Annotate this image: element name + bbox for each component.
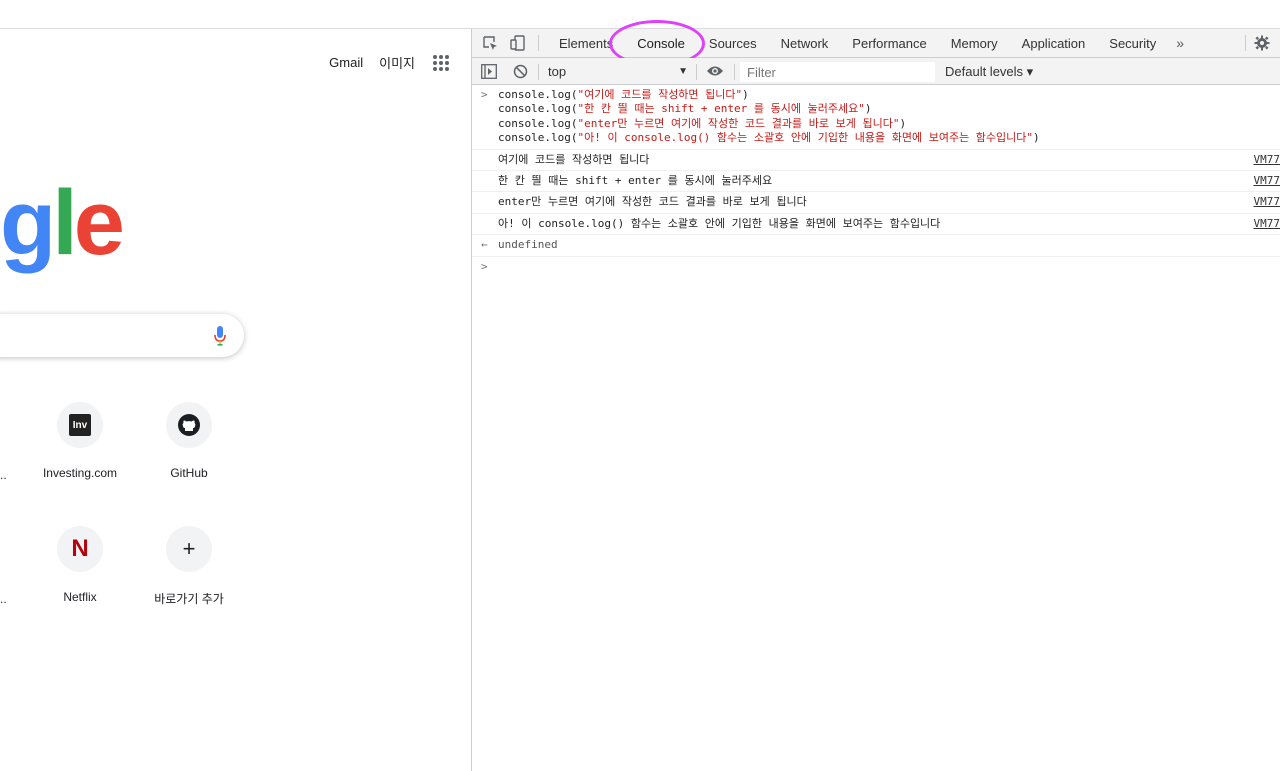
shortcut-label: 바로가기 추가	[154, 592, 224, 606]
log-text: 아! 이 console.log() 함수는 소괄호 안에 기입한 내용을 화면…	[498, 216, 941, 230]
apps-grid-icon[interactable]	[433, 54, 449, 71]
clear-console-icon[interactable]	[513, 64, 528, 79]
tab-security[interactable]: Security	[1097, 29, 1168, 58]
source-link[interactable]: VM77	[1254, 195, 1280, 209]
console-return-value: ← undefined	[472, 235, 1280, 257]
console-log-message: 아! 이 console.log() 함수는 소괄호 안에 기입한 내용을 화면…	[472, 214, 1280, 236]
log-levels-dropdown[interactable]: Default levels ▾	[945, 62, 1033, 81]
context-selector[interactable]: top ▼	[548, 62, 688, 81]
console-log-message: enter만 누르면 여기에 작성한 코드 결과를 바로 보게 됩니다 VM77	[472, 192, 1280, 214]
github-icon	[166, 402, 212, 448]
more-tabs-chevron-icon[interactable]: »	[1168, 35, 1192, 51]
settings-gear-icon[interactable]	[1254, 35, 1270, 51]
tab-performance[interactable]: Performance	[840, 29, 938, 58]
code-line: console.log("아! 이 console.log() 함수는 소괄호 …	[498, 131, 1040, 145]
devtools-tab-bar: Elements Console Sources Network Perform…	[472, 20, 1280, 67]
log-text: 한 칸 띌 때는 shift + enter 를 동시에 눌러주세요	[498, 174, 773, 188]
return-value: undefined	[498, 238, 558, 252]
console-output[interactable]: > console.log("여기에 코드를 작성하면 됩니다") consol…	[472, 85, 1280, 277]
code-line: console.log("한 칸 띌 때는 shift + enter 를 동시…	[498, 102, 872, 116]
shortcut-label: GitHub	[170, 466, 208, 480]
return-arrow-icon: ←	[481, 238, 488, 252]
toolbar-divider	[538, 64, 539, 80]
shortcut-investing[interactable]: Inv Investing.com	[25, 402, 135, 480]
truncated-shortcut-label: ..	[0, 468, 7, 482]
google-top-links: Gmail 이미지	[329, 53, 449, 72]
gmail-link[interactable]: Gmail	[329, 55, 363, 70]
console-prompt-line[interactable]: >	[472, 257, 1280, 277]
console-toolbar: top ▼ Default levels ▾	[472, 58, 1280, 85]
source-link[interactable]: VM77	[1254, 217, 1280, 231]
shortcut-netflix[interactable]: N Netflix	[25, 526, 135, 604]
log-text: enter만 누르면 여기에 작성한 코드 결과를 바로 보게 됩니다	[498, 195, 807, 209]
input-prompt-icon: >	[481, 259, 488, 273]
console-input-entry: > console.log("여기에 코드를 작성하면 됩니다") consol…	[472, 85, 1280, 150]
browser-top-strip	[0, 0, 1280, 29]
tab-network[interactable]: Network	[769, 29, 841, 58]
console-log-message: 여기에 코드를 작성하면 됩니다 VM77	[472, 150, 1280, 172]
tab-elements[interactable]: Elements	[547, 29, 625, 58]
truncated-shortcut-label: ..	[0, 592, 7, 606]
live-expression-eye-icon[interactable]	[706, 64, 724, 78]
google-new-tab-page: Gmail 이미지 gle .. Inv Investing.com GitHu…	[0, 29, 471, 771]
dropdown-caret-icon: ▼	[678, 66, 688, 77]
google-search-box[interactable]	[0, 314, 244, 357]
logo-letter-l: l	[52, 172, 77, 274]
context-value: top	[548, 64, 567, 79]
shortcut-label: Netflix	[63, 590, 97, 604]
devtools-panel: Elements Console Sources Network Perform…	[471, 20, 1280, 771]
microphone-icon[interactable]	[214, 326, 226, 346]
source-link[interactable]: VM77	[1254, 153, 1280, 167]
toolbar-divider	[1245, 35, 1246, 51]
console-log-message: 한 칸 띌 때는 shift + enter 를 동시에 눌러주세요 VM77	[472, 171, 1280, 193]
logo-letter-e: e	[73, 172, 125, 274]
input-prompt-icon: >	[481, 88, 488, 101]
code-line: console.log("여기에 코드를 작성하면 됩니다")	[498, 88, 749, 101]
show-sidebar-icon[interactable]	[481, 64, 497, 79]
add-shortcut-button[interactable]: + 바로가기 추가	[134, 526, 244, 607]
google-logo: gle	[0, 177, 125, 269]
shortcut-label: Investing.com	[42, 466, 118, 480]
tab-memory[interactable]: Memory	[939, 29, 1010, 58]
investing-icon: Inv	[57, 402, 103, 448]
images-link[interactable]: 이미지	[379, 53, 415, 72]
inspect-element-icon[interactable]	[476, 29, 504, 57]
netflix-icon: N	[57, 526, 103, 572]
toolbar-divider	[734, 64, 735, 80]
tab-sources[interactable]: Sources	[697, 29, 769, 58]
source-link[interactable]: VM77	[1254, 174, 1280, 188]
logo-letter-g: g	[0, 172, 56, 274]
plus-icon: +	[166, 526, 212, 572]
code-line: console.log("enter만 누르면 여기에 작성한 코드 결과를 바…	[498, 116, 907, 130]
log-text: 여기에 코드를 작성하면 됩니다	[498, 152, 650, 166]
toolbar-divider	[538, 35, 539, 51]
tab-application[interactable]: Application	[1010, 29, 1098, 58]
device-toolbar-icon[interactable]	[504, 29, 532, 57]
tab-console[interactable]: Console	[625, 29, 697, 58]
console-filter-input[interactable]	[740, 62, 935, 82]
shortcut-github[interactable]: GitHub	[134, 402, 244, 480]
toolbar-divider	[696, 64, 697, 80]
